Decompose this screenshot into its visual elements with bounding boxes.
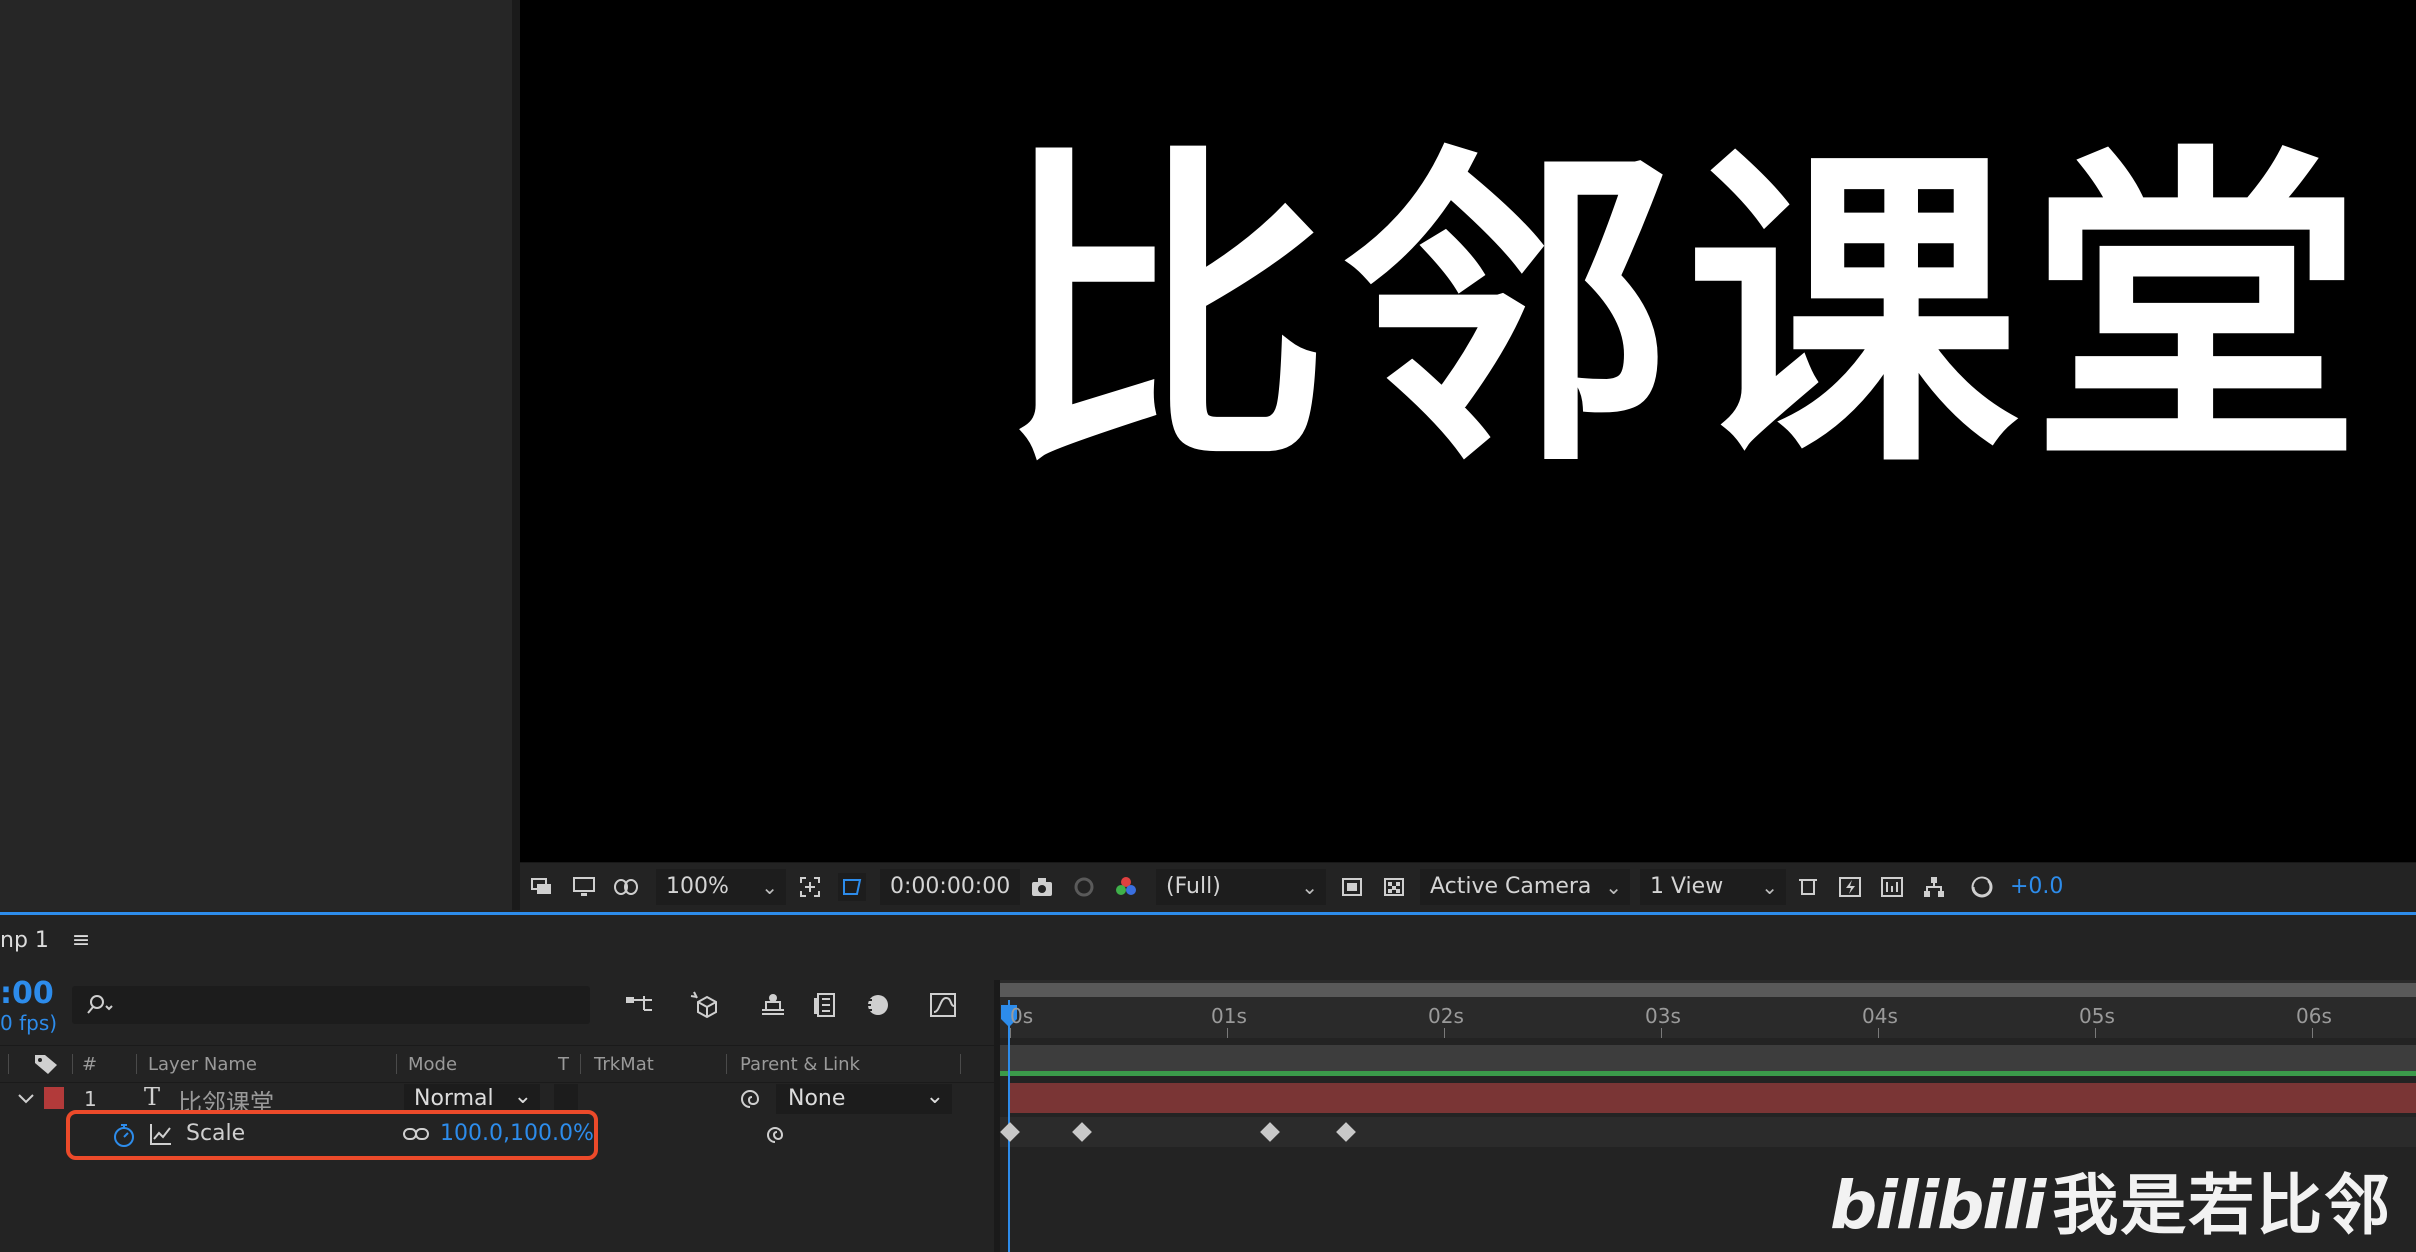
resolution-select[interactable]: (Full) ⌄ (1156, 869, 1326, 905)
ruler-label-06s: 06s (2296, 1004, 2332, 1028)
layer-number: 1 (84, 1087, 97, 1111)
views-select[interactable]: 1 View ⌄ (1640, 869, 1786, 905)
draft-3d-icon[interactable] (686, 986, 724, 1024)
header-trkmat[interactable]: TrkMat (594, 1054, 654, 1075)
timeline-toggle-icon[interactable] (1878, 873, 1906, 901)
header-t[interactable]: T (558, 1054, 569, 1075)
chevron-down-icon: ⌄ (513, 1084, 532, 1109)
column-separator (72, 1054, 73, 1074)
graph-editor-icon[interactable] (924, 986, 962, 1024)
pick-whip-icon[interactable] (736, 1085, 764, 1113)
ruler-tick (1010, 1028, 1011, 1038)
scale-property-track (1000, 1117, 2416, 1147)
expand-chevron-icon[interactable] (16, 1091, 36, 1107)
column-separator (8, 1054, 9, 1074)
ruler-label-02s: 02s (1428, 1004, 1464, 1028)
track-header-area (1000, 1045, 2416, 1071)
scale-highlight-box (66, 1110, 598, 1160)
always-preview-icon[interactable] (528, 873, 556, 901)
ruler-label-05s: 05s (2079, 1004, 2115, 1028)
ruler-tick (1227, 1028, 1228, 1038)
ruler-label-0s: 0s (1010, 1004, 1034, 1028)
region-of-interest-icon[interactable] (1338, 873, 1366, 901)
ruler-tick (1444, 1028, 1445, 1038)
chevron-down-icon: ⌄ (1301, 875, 1318, 899)
chevron-down-icon: ⌄ (925, 1084, 944, 1109)
bilibili-watermark: bilibili 我是若比邻 (1830, 1167, 2393, 1244)
transparency-grid-icon[interactable] (838, 873, 866, 901)
ruler-label-03s: 03s (1645, 1004, 1681, 1028)
column-separator (136, 1054, 137, 1074)
shy-layers-icon[interactable] (754, 986, 792, 1024)
monitor-icon[interactable] (570, 873, 598, 901)
text-layer-type-icon: T (144, 1083, 161, 1111)
ruler-tick (2095, 1028, 2096, 1038)
ruler-label-04s: 04s (1862, 1004, 1898, 1028)
composition-mini-flowchart-icon[interactable] (620, 986, 658, 1024)
work-area-bar[interactable] (1000, 983, 2416, 997)
tab-composition[interactable]: np 1 ≡ (0, 928, 90, 953)
current-time-field[interactable]: 0:00:00:00 (880, 869, 1020, 905)
property-pick-whip-icon[interactable] (762, 1121, 788, 1147)
checkerboard-icon[interactable] (1380, 873, 1408, 901)
zoom-select[interactable]: 100% ⌄ (656, 869, 786, 905)
chevron-down-icon: ⌄ (1761, 875, 1778, 899)
search-icon (87, 995, 113, 1014)
bilibili-logo-icon: bilibili (1830, 1167, 2046, 1244)
camera-select[interactable]: Active Camera ⌄ (1420, 869, 1630, 905)
ruler-label-01s: 01s (1211, 1004, 1247, 1028)
channels-icon[interactable] (1112, 873, 1140, 901)
panel-divider[interactable] (512, 0, 520, 910)
column-separator (960, 1054, 961, 1074)
header-layer-name[interactable]: Layer Name (148, 1054, 257, 1075)
label-tag-icon[interactable] (32, 1052, 60, 1076)
ruler-tick (2312, 1028, 2313, 1038)
composition-viewer[interactable]: 比邻课堂 (520, 0, 2416, 862)
column-separator (396, 1054, 397, 1074)
timeline-fps: 0 fps) (0, 1011, 58, 1035)
fit-region-icon[interactable] (796, 873, 824, 901)
layer-search-input[interactable] (72, 986, 590, 1024)
toggle-pixel-aspect-icon[interactable] (1794, 873, 1822, 901)
column-separator (580, 1054, 581, 1074)
comp-duration-bar (1000, 1071, 2416, 1076)
motion-blur-icon[interactable] (858, 986, 896, 1024)
header-parent-link[interactable]: Parent & Link (740, 1054, 860, 1075)
column-separator (726, 1054, 727, 1074)
parent-select[interactable]: None ⌄ (776, 1084, 952, 1114)
ruler-tick (1878, 1028, 1879, 1038)
fast-previews-icon[interactable] (1836, 873, 1864, 901)
panel-menu-icon[interactable]: ≡ (72, 928, 90, 953)
viewer-toolbar: 100% ⌄ 0:00:00:00 (Full) ⌄ Active Camera ⌄ … (520, 862, 2416, 911)
frame-blending-icon[interactable] (806, 986, 844, 1024)
show-snapshot-icon[interactable] (1070, 873, 1098, 901)
ruler-tick (1661, 1028, 1662, 1038)
snapshot-camera-icon[interactable] (1028, 873, 1056, 901)
layer-label-color[interactable] (44, 1087, 64, 1109)
header-mode[interactable]: Mode (408, 1054, 457, 1075)
chevron-down-icon: ⌄ (1605, 875, 1622, 899)
layer-column-headers: # Layer Name Mode T TrkMat Parent & Link (0, 1045, 1000, 1083)
project-panel (0, 0, 512, 910)
exposure-value[interactable]: +0.0 (2010, 869, 2063, 905)
timeline-current-time[interactable]: :00 (0, 976, 54, 1011)
viewer-text-layer[interactable]: 比邻课堂 (998, 148, 2374, 480)
chevron-down-icon: ⌄ (761, 875, 778, 899)
layer-duration-bar[interactable] (1010, 1083, 2416, 1113)
reset-exposure-icon[interactable] (1968, 873, 1996, 901)
flowchart-icon[interactable] (1920, 873, 1948, 901)
mask-visibility-icon[interactable] (612, 873, 640, 901)
header-number[interactable]: # (82, 1054, 97, 1075)
